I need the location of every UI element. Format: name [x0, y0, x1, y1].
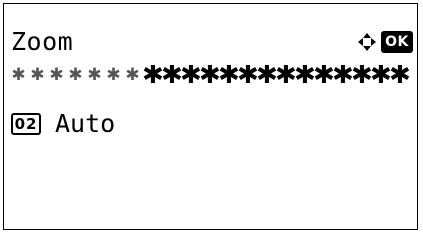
ok-key-badge: OK	[381, 31, 413, 53]
separator-star: ✱	[142, 65, 164, 85]
separator-star: ✱	[218, 65, 240, 85]
separator-star: ✱	[351, 65, 373, 85]
option-label: Auto	[55, 109, 116, 138]
separator-star: ✱	[106, 65, 121, 85]
separator-star: ✱	[30, 65, 45, 85]
option-number-badge: 02	[11, 113, 41, 135]
separator-star: ✱	[87, 65, 102, 85]
separator-star: ✱	[237, 65, 259, 85]
option-item-auto[interactable]: 02 Auto	[11, 110, 115, 138]
separator-star: ✱	[294, 65, 316, 85]
separator-star: ✱	[11, 65, 26, 85]
separator-star: ✱	[161, 65, 183, 85]
separator-star: ✱	[256, 65, 278, 85]
separator-star: ✱	[180, 65, 202, 85]
separator-star: ✱	[68, 65, 83, 85]
separator-star: ✱	[332, 65, 354, 85]
separator-row: ✱ ✱ ✱ ✱ ✱ ✱ ✱ ✱ ✱ ✱ ✱ ✱ ✱ ✱ ✱ ✱ ✱ ✱ ✱ ✱ …	[9, 65, 415, 85]
separator-star: ✱	[275, 65, 297, 85]
separator-star: ✱	[199, 65, 221, 85]
screen-title: Zoom	[11, 27, 74, 56]
separator-star: ✱	[370, 65, 392, 85]
separator-star: ✱	[125, 65, 140, 85]
separator-star: ✱	[389, 65, 411, 85]
separator-star: ✱	[313, 65, 335, 85]
navigation-hint: OK	[357, 30, 413, 54]
separator-star: ✱	[49, 65, 64, 85]
four-way-arrows-icon	[358, 33, 376, 51]
